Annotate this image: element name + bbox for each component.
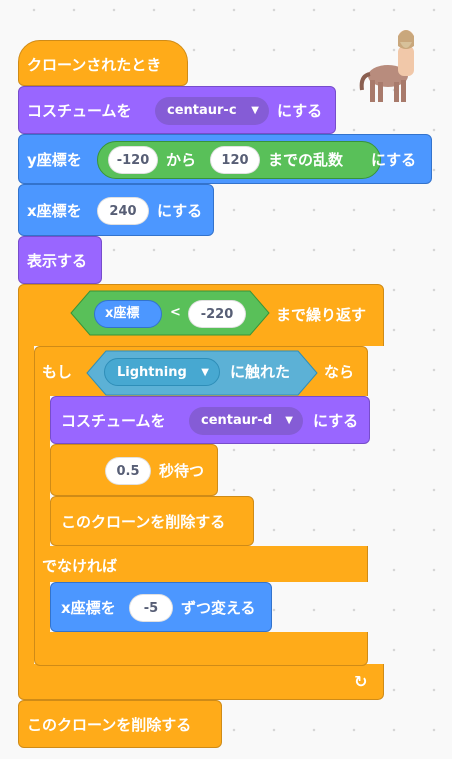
when-clone-hat-block[interactable]: クローンされたとき bbox=[18, 40, 188, 86]
wait-block[interactable]: 0.5 秒待つ bbox=[50, 444, 218, 496]
sety-prefix: y座標を bbox=[27, 151, 82, 169]
costume2-prefix: コスチュームを bbox=[61, 412, 166, 430]
wait-input[interactable]: 0.5 bbox=[105, 457, 151, 485]
random-to-label: までの乱数 bbox=[268, 151, 344, 169]
set-y-block[interactable]: y座標を -120 から 120 までの乱数 にする bbox=[18, 134, 432, 184]
operator-symbol: < bbox=[170, 305, 181, 320]
delete-inner-label: このクローンを削除する bbox=[61, 513, 226, 531]
set-x-block[interactable]: x座標を 240 にする bbox=[18, 184, 214, 236]
wait-suffix: 秒待つ bbox=[159, 462, 205, 480]
random-operator-block[interactable]: -120 から 120 までの乱数 bbox=[97, 141, 381, 179]
switch-costume-block-2[interactable]: コスチュームを centaur-d ▼ にする bbox=[50, 396, 370, 444]
if-label: もし bbox=[42, 363, 73, 381]
then-label: なら bbox=[324, 363, 355, 381]
hat-label: クローンされたとき bbox=[27, 56, 162, 74]
random-from-label: から bbox=[166, 151, 197, 169]
setx-input[interactable]: 240 bbox=[97, 197, 149, 225]
setx-prefix: x座標を bbox=[27, 202, 82, 220]
repeat-until-suffix: まで繰り返す bbox=[276, 306, 367, 324]
show-block[interactable]: 表示する bbox=[18, 236, 102, 284]
delete-clone-block-inner[interactable]: このクローンを削除する bbox=[50, 496, 254, 546]
compare-input[interactable]: -220 bbox=[188, 300, 246, 328]
costume2-suffix: にする bbox=[313, 412, 359, 430]
switch-costume-block[interactable]: コスチュームを centaur-c ▼ にする bbox=[18, 86, 336, 134]
else-label: でなければ bbox=[42, 557, 118, 575]
touching-dropdown[interactable]: Lightning ▼ bbox=[104, 358, 220, 386]
changex-input[interactable]: -5 bbox=[129, 594, 173, 622]
setx-suffix: にする bbox=[157, 202, 203, 220]
random-to-input[interactable]: 120 bbox=[210, 146, 260, 174]
costume2-value: centaur-d bbox=[201, 413, 273, 428]
random-from-input[interactable]: -120 bbox=[108, 146, 158, 174]
delete-clone-block-outer[interactable]: このクローンを削除する bbox=[18, 700, 222, 748]
chevron-down-icon: ▼ bbox=[285, 415, 293, 426]
changex-prefix: x座標を bbox=[61, 599, 116, 617]
costume-value: centaur-c bbox=[167, 103, 237, 118]
delete-outer-label: このクローンを削除する bbox=[27, 716, 192, 734]
changex-suffix: ずつ変える bbox=[181, 599, 256, 617]
chevron-down-icon: ▼ bbox=[201, 367, 209, 378]
costume2-dropdown[interactable]: centaur-d ▼ bbox=[189, 407, 303, 435]
chevron-down-icon: ▼ bbox=[251, 105, 259, 116]
costume-dropdown[interactable]: centaur-c ▼ bbox=[155, 97, 269, 125]
x-position-reporter[interactable]: x座標 bbox=[94, 300, 162, 328]
costume-prefix: コスチュームを bbox=[27, 102, 132, 120]
touching-value: Lightning bbox=[117, 365, 187, 380]
centaur-icon bbox=[359, 30, 414, 102]
touching-suffix: に触れた bbox=[230, 363, 291, 381]
show-label: 表示する bbox=[27, 252, 88, 270]
sety-suffix: にする bbox=[371, 151, 417, 169]
costume-suffix: にする bbox=[277, 102, 323, 120]
sprite-thumbnail bbox=[359, 30, 414, 102]
xpos-label: x座標 bbox=[105, 306, 140, 321]
repeat-arrow-icon: ↻ bbox=[354, 672, 368, 691]
change-x-block[interactable]: x座標を -5 ずつ変える bbox=[50, 582, 272, 632]
